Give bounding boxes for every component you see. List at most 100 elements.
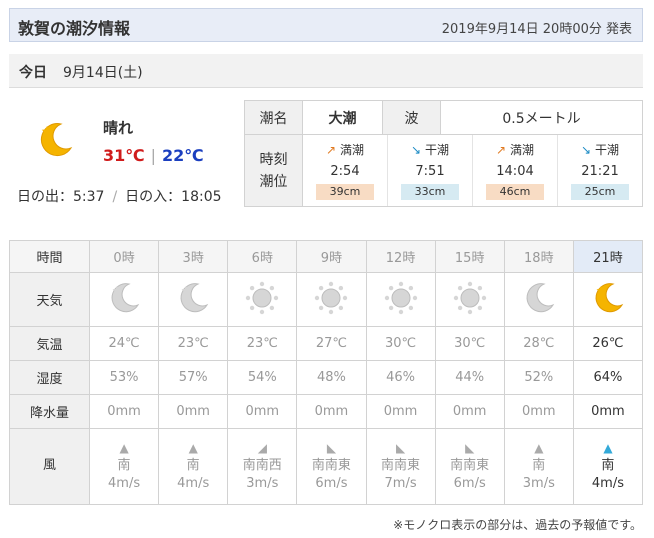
- row-label-weather: 天気: [9, 272, 90, 327]
- rain-cell: 0mm: [227, 394, 298, 429]
- hour-header: 18時: [503, 240, 574, 273]
- falling-arrow-icon: ↘: [580, 143, 592, 157]
- wind-direction: 南南西: [242, 457, 282, 473]
- wind-cell: ◣ 南南東 7m/s: [365, 428, 436, 505]
- weather-cell: [572, 272, 644, 327]
- page-header: 敦賀の潮汐情報 2019年9月14日 20時00分 発表: [9, 8, 643, 42]
- rain-cell: 0mm: [503, 394, 574, 429]
- tide-event-head: ↗ 満潮: [303, 141, 387, 158]
- wind-direction-icon: ◣: [465, 440, 475, 455]
- temp-cell: 26℃: [572, 326, 644, 361]
- rain-cell: 0mm: [365, 394, 436, 429]
- sun-separator: /: [112, 189, 118, 205]
- humidity-cell: 57%: [158, 360, 229, 395]
- tide-event-type: 干潮: [595, 143, 620, 157]
- wind-direction-icon: ◢: [257, 440, 267, 455]
- falling-arrow-icon: ↘: [410, 143, 422, 157]
- tide-event-time: 2:54: [330, 164, 360, 179]
- moon-star-icon: [591, 282, 625, 319]
- today-label: 今日: [19, 65, 47, 81]
- tide-event-level: 25cm: [571, 184, 629, 200]
- weather-cell: [365, 272, 436, 327]
- temp-cell: 23℃: [158, 326, 229, 361]
- tide-event-time: 14:04: [496, 164, 534, 179]
- tide-name-label: 潮名: [244, 100, 303, 135]
- tide-events-cell: ↗ 満潮 2:54 39cm ↘ 干潮 7:51 33cm ↗ 満潮 14:04 46cm ↘ 干潮 21:…: [302, 134, 643, 207]
- tide-name-value: 大潮: [302, 100, 383, 135]
- moon-icon: [522, 282, 556, 319]
- moon-star-icon: [40, 123, 73, 157]
- tide-events: ↗ 満潮 2:54 39cm ↘ 干潮 7:51 33cm ↗ 満潮 14:04 46cm ↘ 干潮 21:…: [303, 135, 642, 206]
- rising-arrow-icon: ↗: [325, 143, 337, 157]
- weather-cell: [503, 272, 574, 327]
- row-label-time: 時間: [9, 240, 90, 273]
- wind-direction-icon: ▲: [119, 440, 129, 455]
- sun-times: 日の出：5:37 / 日の入：18:05: [17, 186, 222, 206]
- wind-direction-icon: ▲: [188, 440, 198, 455]
- weather-cell: [296, 272, 367, 327]
- wind-direction: 南南東: [381, 457, 421, 473]
- hour-header: 6時: [227, 240, 298, 273]
- row-label-temp: 気温: [9, 326, 90, 361]
- rain-cell: 0mm: [158, 394, 229, 429]
- tide-table: 潮名 大潮 波 0.5メートル 時刻 潮位 ↗ 満潮 2:54 39cm ↘ 干潮 7:51…: [244, 100, 643, 207]
- wind-cell: ◣ 南南東 6m/s: [296, 428, 367, 505]
- rain-cell: 0mm: [296, 394, 367, 429]
- row-label-wind: 風: [9, 428, 90, 505]
- hour-header: 0時: [88, 240, 160, 273]
- today-bar: 今日 9月14日(土): [9, 54, 643, 88]
- row-label-rain: 降水量: [9, 394, 90, 429]
- hour-header: 21時: [572, 240, 644, 273]
- issued-timestamp: 2019年9月14日 20時00分 発表: [441, 22, 632, 37]
- wind-direction-icon: ▲: [534, 440, 544, 455]
- tide-event-level: 39cm: [316, 184, 374, 200]
- sun-icon: [453, 281, 487, 319]
- humidity-cell: 46%: [365, 360, 436, 395]
- moon-star-icon: [107, 282, 141, 319]
- time-label: 時刻: [259, 151, 288, 168]
- wind-direction: 南: [186, 457, 200, 473]
- tide-event-time: 21:21: [581, 164, 619, 179]
- moon-star-icon: [176, 282, 210, 319]
- temp-cell: 30℃: [365, 326, 436, 361]
- tide-event-time: 7:51: [415, 164, 445, 179]
- humidity-cell: 53%: [88, 360, 160, 395]
- row-label-humidity: 湿度: [9, 360, 90, 395]
- hourly-forecast-table: 時間 0時 3時 6時 9時 12時 15時 18時 21時 天気 気温 24℃ 23℃ 23℃ 27℃…: [9, 240, 644, 505]
- tide-row-labels: 時刻 潮位: [244, 134, 303, 207]
- wind-speed: 3m/s: [246, 475, 279, 491]
- sun-icon: [384, 281, 418, 319]
- temperature-range: 31℃ | 22℃: [103, 146, 204, 165]
- wind-cell: ▲ 南 4m/s: [158, 428, 229, 505]
- tide-event-type: 満潮: [510, 143, 535, 157]
- tide-event-head: ↘ 干潮: [558, 141, 642, 158]
- wind-cell: ▲ 南 4m/s: [572, 428, 644, 505]
- temp-cell: 23℃: [227, 326, 298, 361]
- temp-cell: 27℃: [296, 326, 367, 361]
- temp-max: 31℃: [103, 146, 145, 165]
- temp-min: 22℃: [162, 146, 204, 165]
- wind-direction: 南: [601, 457, 615, 473]
- wind-direction-icon: ◣: [326, 440, 337, 455]
- wave-label: 波: [382, 100, 441, 135]
- humidity-cell: 52%: [503, 360, 574, 395]
- wind-cell: ◣ 南南東 6m/s: [434, 428, 505, 505]
- rain-cell: 0mm: [434, 394, 505, 429]
- tide-event-level: 33cm: [401, 184, 459, 200]
- humidity-cell: 44%: [434, 360, 505, 395]
- wind-speed: 3m/s: [522, 475, 555, 491]
- sunset: 日の入：18:05: [125, 189, 222, 205]
- wind-direction-icon: ◣: [395, 440, 406, 455]
- hour-header: 9時: [296, 240, 367, 273]
- tide-event-type: 満潮: [340, 143, 365, 157]
- sun-icon: [245, 281, 279, 319]
- humidity-cell: 54%: [227, 360, 298, 395]
- today-date: 9月14日(土): [63, 65, 143, 81]
- tide-event: ↗ 満潮 2:54 39cm: [303, 135, 387, 206]
- wind-direction-icon: ▲: [603, 440, 613, 455]
- wind-direction: 南: [117, 457, 131, 473]
- wind-speed: 4m/s: [108, 475, 141, 491]
- tide-event-head: ↘ 干潮: [388, 141, 472, 158]
- weather-cell: [158, 272, 229, 327]
- sun-icon: [314, 281, 348, 319]
